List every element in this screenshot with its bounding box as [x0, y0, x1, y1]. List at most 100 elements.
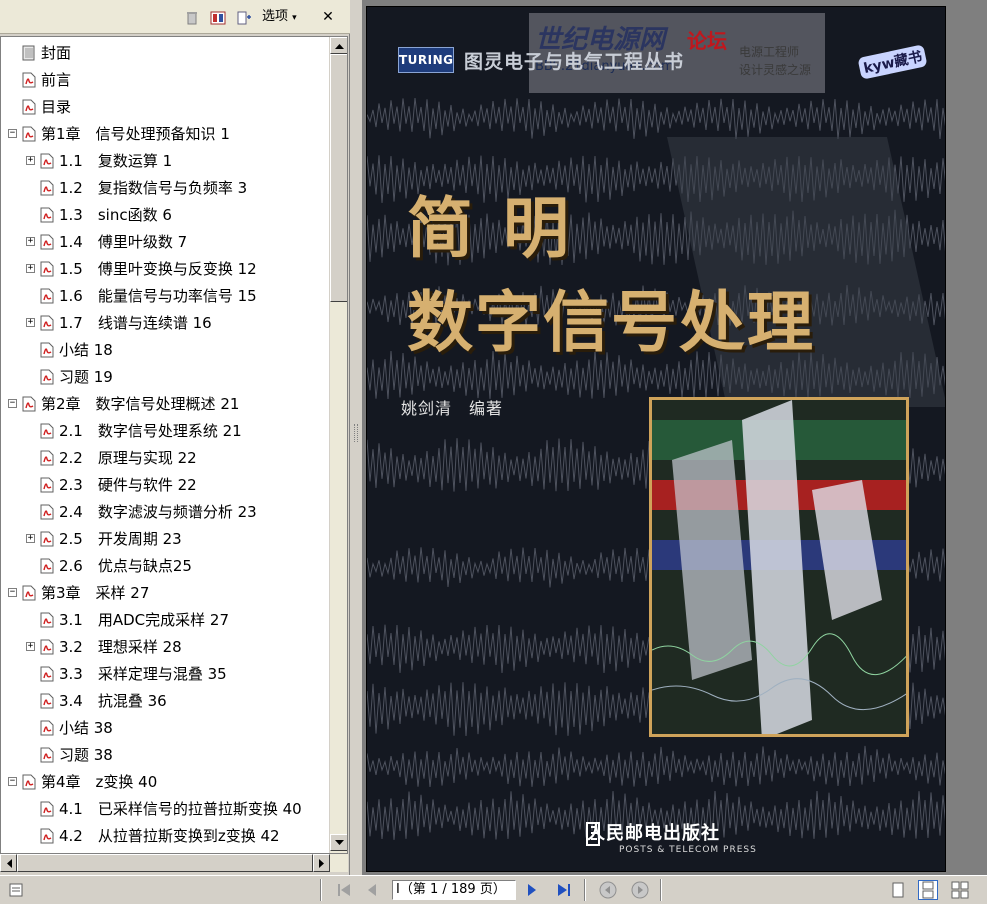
document-view[interactable]: 世纪电源网 论坛 BBS.21dianyuan.com 电源工程师 设计灵感之源…: [362, 0, 987, 875]
tree-vertical-scroll-thumb[interactable]: [330, 54, 347, 302]
bookmark-item[interactable]: − 第2章 数字信号处理概述 21: [1, 391, 329, 418]
continuous-view-button[interactable]: [918, 880, 938, 900]
collapse-icon[interactable]: −: [8, 777, 17, 786]
expand-icon[interactable]: +: [26, 264, 35, 273]
watermark-engineer: 电源工程师: [739, 45, 800, 59]
pdf-bookmark-icon: [22, 396, 36, 412]
panel-menu-icon: [9, 883, 23, 897]
expand-icon[interactable]: +: [26, 237, 35, 246]
new-bookmark-icon[interactable]: [210, 10, 226, 25]
panel-options-button[interactable]: [8, 882, 24, 898]
bookmark-item[interactable]: 3.4 抗混叠 36: [1, 688, 329, 715]
scroll-up-button[interactable]: [330, 37, 347, 54]
bookmark-item[interactable]: 2.6 优点与缺点25: [1, 553, 329, 580]
arrow-right-icon: [319, 859, 324, 868]
bookmark-item[interactable]: +3.2 理想采样 28: [1, 634, 329, 661]
bookmark-item[interactable]: − 第4章 z变换 40: [1, 769, 329, 796]
bookmark-label: 1.5 傅里叶变换与反变换 12: [59, 260, 257, 278]
cover-page: 世纪电源网 论坛 BBS.21dianyuan.com 电源工程师 设计灵感之源…: [366, 6, 946, 872]
tree-horizontal-scroll-thumb[interactable]: [17, 854, 313, 872]
bookmark-label: 3.3 采样定理与混叠 35: [59, 665, 227, 683]
bookmark-label: 3.4 抗混叠 36: [59, 692, 167, 710]
bookmark-item[interactable]: 1.3 sinc函数 6: [1, 202, 329, 229]
bookmark-item[interactable]: 2.4 数字滤波与频谱分析 23: [1, 499, 329, 526]
bookmark-item[interactable]: 习题 38: [1, 742, 329, 769]
bookmark-item[interactable]: 前言: [1, 67, 329, 94]
bookmark-item[interactable]: 习题 19: [1, 364, 329, 391]
bookmark-item[interactable]: 2.1 数字信号处理系统 21: [1, 418, 329, 445]
tree-horizontal-scrollbar[interactable]: [0, 854, 348, 872]
bookmark-label: 2.5 开发周期 23: [59, 530, 182, 548]
bookmark-item[interactable]: +1.4 傅里叶级数 7: [1, 229, 329, 256]
delete-bookmark-icon[interactable]: [184, 10, 200, 25]
bookmark-label: 习题 19: [59, 368, 113, 386]
bookmark-item[interactable]: 封面: [1, 40, 329, 67]
page-number-input[interactable]: I（第 1 / 189 页）: [392, 880, 516, 900]
bookmark-item[interactable]: 4.2 从拉普拉斯变换到z变换 42: [1, 823, 329, 850]
prev-page-icon: [368, 884, 376, 896]
pdf-bookmark-icon: [40, 153, 54, 169]
bookmark-item[interactable]: 3.1 用ADC完成采样 27: [1, 607, 329, 634]
expand-icon[interactable]: +: [26, 156, 35, 165]
bookmark-label: 前言: [41, 71, 72, 89]
facing-view-button[interactable]: [950, 880, 970, 900]
bookmark-item[interactable]: − 第3章 采样 27: [1, 580, 329, 607]
bookmark-item[interactable]: − 第1章 信号处理预备知识 1: [1, 121, 329, 148]
prev-page-button[interactable]: [362, 880, 382, 900]
bookmarks-tree-container: 封面前言目录 − 第1章 信号处理预备知识 1 +1.1 复数运算 1 1.2 复指数信…: [0, 36, 348, 854]
chevron-down-icon: ▾: [292, 13, 297, 23]
expand-bookmark-icon[interactable]: [236, 10, 252, 25]
scroll-down-button[interactable]: [330, 834, 347, 851]
close-panel-button[interactable]: ✕: [320, 8, 336, 26]
expand-icon[interactable]: +: [26, 534, 35, 543]
next-page-icon: [528, 884, 536, 896]
bookmark-item[interactable]: 小结 18: [1, 337, 329, 364]
expand-icon[interactable]: +: [26, 318, 35, 327]
bookmark-item[interactable]: +1.7 线谱与连续谱 16: [1, 310, 329, 337]
collapse-icon[interactable]: −: [8, 588, 17, 597]
separator: [584, 879, 586, 901]
bookmark-label: 4.1 已采样信号的拉普拉斯变换 40: [59, 800, 302, 818]
bookmark-item[interactable]: 2.3 硬件与软件 22: [1, 472, 329, 499]
collapse-icon[interactable]: −: [8, 129, 17, 138]
bookmark-item[interactable]: +2.5 开发周期 23: [1, 526, 329, 553]
bookmark-item[interactable]: 4.1 已采样信号的拉普拉斯变换 40: [1, 796, 329, 823]
bookmark-label: 第1章 信号处理预备知识 1: [41, 125, 230, 143]
bookmark-label: 习题 38: [59, 746, 113, 764]
tree-vertical-scrollbar[interactable]: [329, 37, 347, 853]
bookmark-label: 小结 18: [59, 341, 113, 359]
bookmarks-toolbar: 选项 ▾ ✕: [0, 0, 350, 34]
bookmark-label: 2.6 优点与缺点25: [59, 557, 192, 575]
pdf-bookmark-icon: [40, 558, 54, 574]
bookmark-label: 4.2 从拉普拉斯变换到z变换 42: [59, 827, 280, 845]
pdf-bookmark-icon: [40, 666, 54, 682]
last-page-button[interactable]: [554, 880, 574, 900]
bookmark-item[interactable]: 3.3 采样定理与混叠 35: [1, 661, 329, 688]
collapse-icon[interactable]: −: [8, 399, 17, 408]
bookmark-item[interactable]: 目录: [1, 94, 329, 121]
bookmark-item[interactable]: +1.1 复数运算 1: [1, 148, 329, 175]
single-page-icon: [892, 882, 904, 898]
scroll-right-button[interactable]: [313, 854, 330, 872]
bookmark-item[interactable]: 1.2 复指数信号与负频率 3: [1, 175, 329, 202]
bookmark-label: 第3章 采样 27: [41, 584, 150, 602]
panel-splitter[interactable]: [350, 0, 362, 875]
scroll-left-button[interactable]: [0, 854, 17, 872]
next-view-button[interactable]: [630, 880, 650, 900]
bookmark-item[interactable]: 2.2 原理与实现 22: [1, 445, 329, 472]
pdf-bookmark-icon: [22, 126, 36, 142]
options-menu-button[interactable]: 选项 ▾: [262, 8, 297, 26]
splitter-grip-icon: [354, 424, 358, 442]
expand-icon[interactable]: +: [26, 642, 35, 651]
bookmark-item[interactable]: 小结 38: [1, 715, 329, 742]
next-page-button[interactable]: [522, 880, 542, 900]
publisher-name-en: POSTS & TELECOM PRESS: [619, 845, 757, 855]
first-page-button[interactable]: [334, 880, 354, 900]
bookmark-item[interactable]: 1.6 能量信号与功率信号 15: [1, 283, 329, 310]
bookmark-label: 目录: [41, 98, 72, 116]
single-page-view-button[interactable]: [888, 880, 908, 900]
pdf-bookmark-icon: [22, 72, 36, 88]
bookmark-label: 2.1 数字信号处理系统 21: [59, 422, 242, 440]
previous-view-button[interactable]: [598, 880, 618, 900]
bookmark-item[interactable]: +1.5 傅里叶变换与反变换 12: [1, 256, 329, 283]
